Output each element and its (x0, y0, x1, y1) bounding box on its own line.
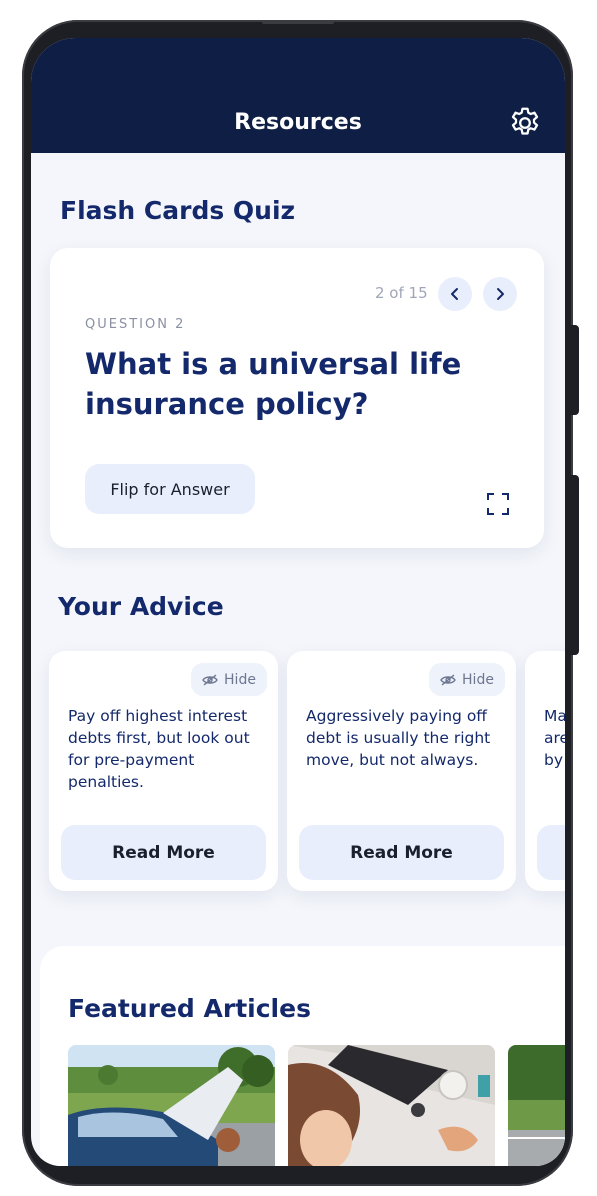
hide-label: Hide (224, 671, 256, 688)
hide-button[interactable]: Hide (429, 663, 505, 696)
eye-off-icon (202, 673, 218, 686)
chevron-left-icon (451, 288, 458, 300)
article-thumbnail[interactable] (508, 1045, 565, 1166)
chevron-right-icon (497, 288, 504, 300)
advice-card-partial: Ma are by (525, 651, 565, 891)
desk-image (288, 1045, 495, 1166)
hide-button[interactable]: Hide (191, 663, 267, 696)
page-title: Resources (234, 110, 362, 135)
expand-icon[interactable] (487, 493, 509, 515)
read-more-button[interactable]: Read More (61, 825, 266, 880)
prev-card-button[interactable] (438, 277, 472, 311)
phone-speaker (262, 20, 334, 24)
read-more-button[interactable] (537, 825, 565, 880)
advice-text: Ma are by (544, 707, 565, 769)
advice-card: Hide Pay off highest interest debts firs… (49, 651, 278, 891)
app-screen: Resources Flash Cards Quiz 2 of 15 QUEST… (31, 38, 565, 1166)
question-label: QUESTION 2 (85, 317, 186, 332)
quiz-counter: 2 of 15 (375, 284, 428, 302)
app-header: Resources (31, 38, 565, 153)
featured-articles-panel: Featured Articles (40, 946, 565, 1166)
car-hood-image (68, 1045, 275, 1166)
flash-cards-title: Flash Cards Quiz (60, 196, 296, 225)
question-text: What is a universal life insurance polic… (85, 347, 462, 421)
featured-articles-title: Featured Articles (68, 994, 311, 1023)
eye-off-icon (440, 673, 456, 686)
road-image (508, 1045, 565, 1166)
next-card-button[interactable] (483, 277, 517, 311)
advice-text: Aggressively paying off debt is usually … (306, 707, 491, 769)
advice-card: Hide Aggressively paying off debt is usu… (287, 651, 516, 891)
power-button (569, 475, 579, 655)
your-advice-title: Your Advice (58, 592, 224, 621)
volume-button (569, 325, 579, 415)
hide-label: Hide (462, 671, 494, 688)
flash-card: 2 of 15 QUESTION 2 What is a universal l… (50, 248, 544, 548)
advice-text: Pay off highest interest debts first, bu… (68, 707, 250, 791)
gear-icon[interactable] (507, 105, 543, 141)
article-thumbnail[interactable] (288, 1045, 495, 1166)
article-thumbnail[interactable] (68, 1045, 275, 1166)
flip-answer-button[interactable]: Flip for Answer (85, 464, 255, 514)
read-more-button[interactable]: Read More (299, 825, 504, 880)
